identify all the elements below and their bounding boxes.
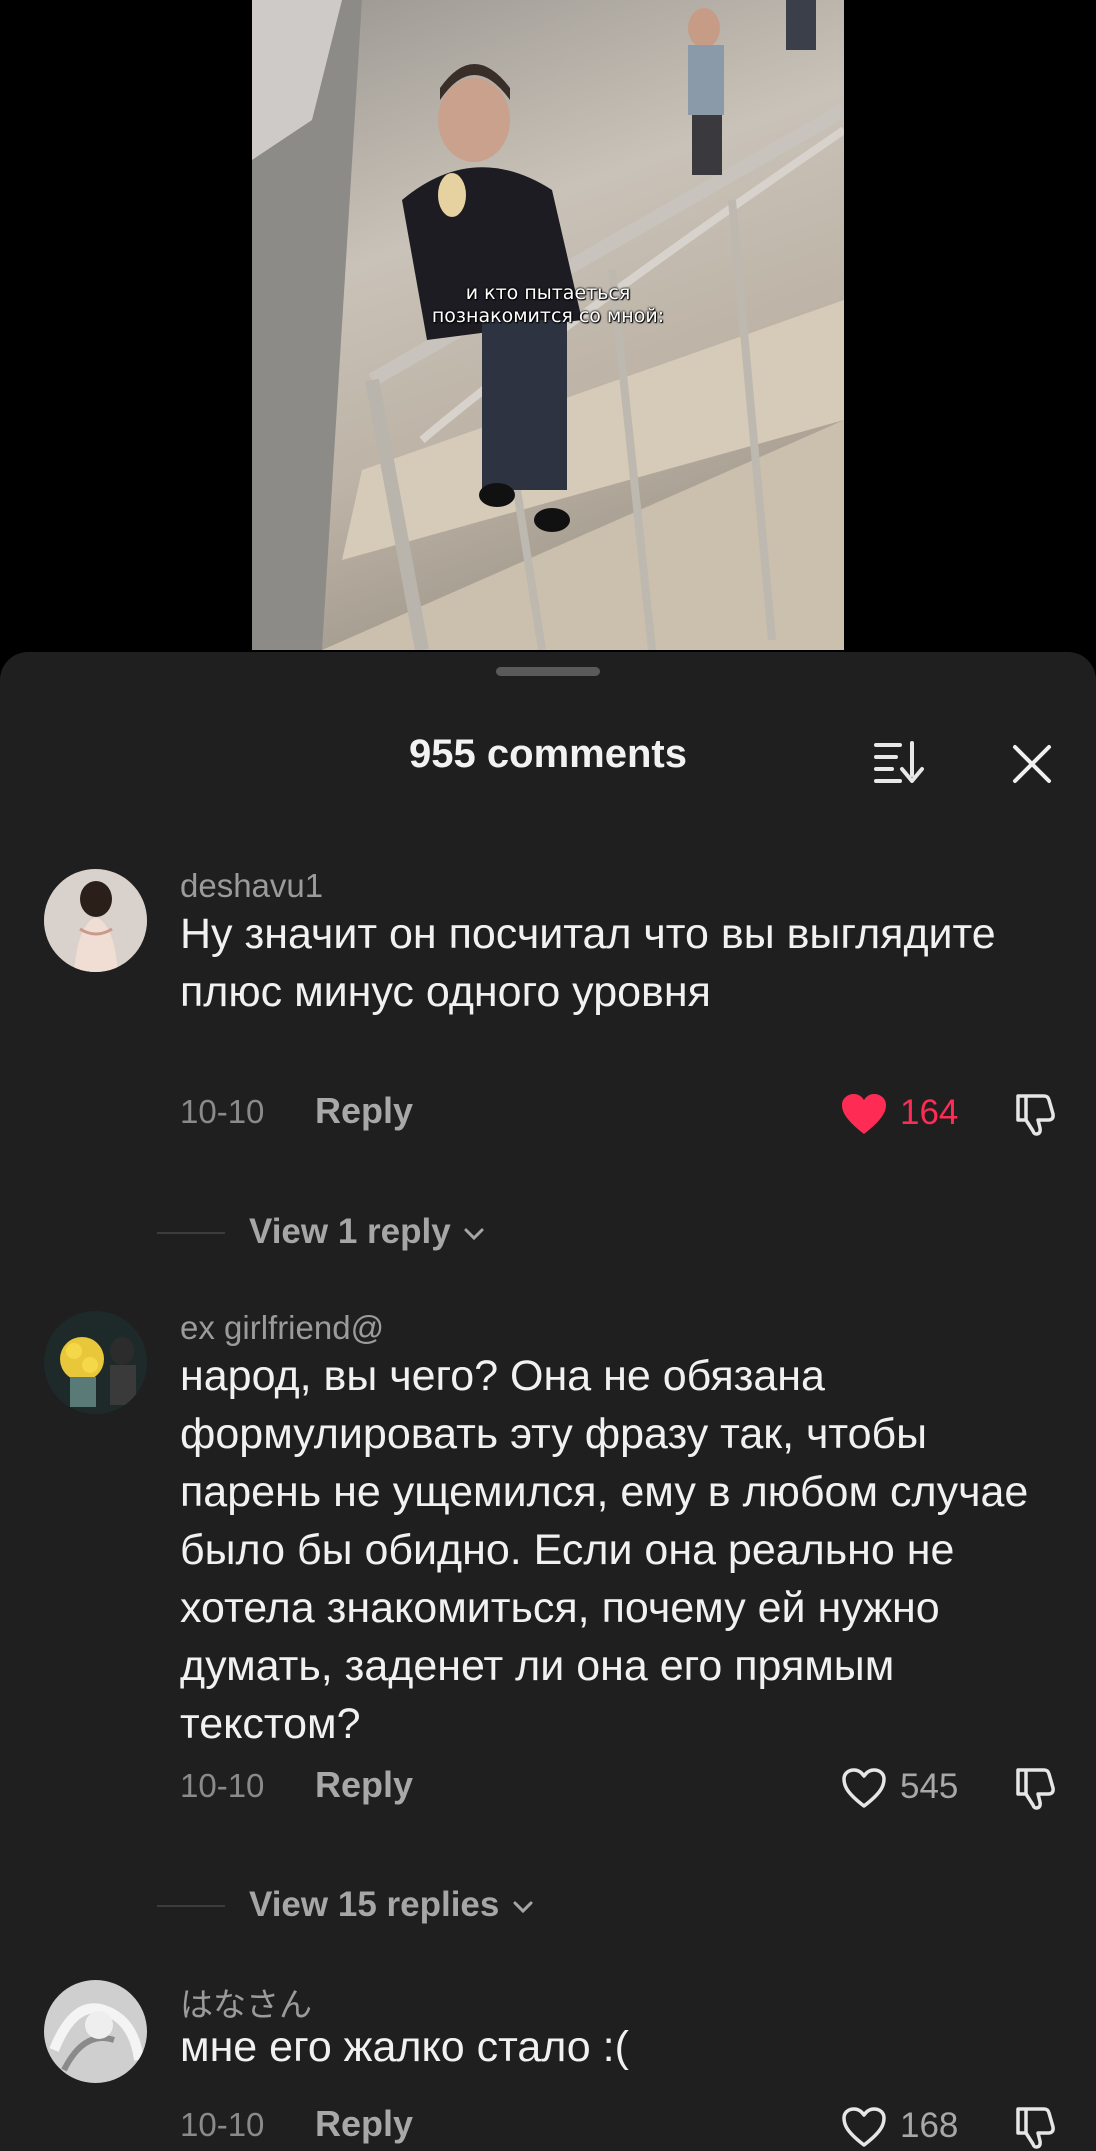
like-count: 168 bbox=[900, 2106, 959, 2145]
view-replies-label: View 15 replies bbox=[249, 1885, 537, 1925]
avatar-image bbox=[44, 869, 147, 972]
avatar[interactable] bbox=[44, 869, 147, 972]
caption-line: познакомится со мной: bbox=[431, 305, 665, 327]
reply-thread-line bbox=[157, 1232, 225, 1234]
comment-text: народ, вы чего? Она не обязана формулиро… bbox=[180, 1352, 1029, 1748]
caption-line: и кто пытаеться bbox=[465, 282, 631, 304]
sheet-drag-handle[interactable] bbox=[496, 667, 600, 676]
heart-outline-icon[interactable] bbox=[840, 2105, 888, 2149]
comment-username[interactable]: ex girlfriend@ bbox=[180, 1309, 384, 1347]
dislike-icon[interactable] bbox=[1010, 2103, 1058, 2151]
comment-username[interactable]: deshavu1 bbox=[180, 867, 323, 905]
avatar-image bbox=[44, 1980, 147, 2083]
like-count: 545 bbox=[900, 1767, 959, 1806]
comment-item: ex girlfriend@ народ, вы чего? Она не об… bbox=[0, 1299, 1096, 1810]
video-frame[interactable]: и кто пытаеться познакомится со мной: bbox=[252, 0, 844, 650]
like-count: 164 bbox=[900, 1093, 959, 1132]
video-caption: и кто пытаеться познакомится со мной: bbox=[252, 282, 844, 328]
comment-item: deshavu1 Ну значит он посчитал что вы вы… bbox=[0, 857, 1096, 1147]
heart-outline-icon[interactable] bbox=[840, 1766, 888, 1810]
avatar-image bbox=[44, 1311, 147, 1414]
reply-button[interactable]: Reply bbox=[315, 2103, 413, 2145]
comment-date: 10-10 bbox=[180, 2106, 265, 2143]
reply-thread-line bbox=[157, 1905, 225, 1907]
comment-date: 10-10 bbox=[180, 1767, 265, 1804]
avatar[interactable] bbox=[44, 1980, 147, 2083]
sort-icon[interactable] bbox=[872, 739, 924, 783]
comments-count-title: 955 comments bbox=[409, 732, 687, 776]
reply-button[interactable]: Reply bbox=[315, 1764, 413, 1806]
heart-filled-icon[interactable] bbox=[840, 1092, 888, 1136]
chevron-down-icon bbox=[513, 1901, 533, 1913]
close-icon[interactable] bbox=[1010, 742, 1054, 786]
reply-button[interactable]: Reply bbox=[315, 1090, 413, 1132]
dislike-icon[interactable] bbox=[1010, 1090, 1058, 1138]
dislike-icon[interactable] bbox=[1010, 1764, 1058, 1812]
comment-text: мне его жалко стало :( bbox=[180, 2023, 629, 2071]
comment-item: はなさん мне его жалко стало :( 10-10 Reply … bbox=[0, 1970, 1096, 2150]
avatar[interactable] bbox=[44, 1311, 147, 1414]
view-replies-label: View 1 reply bbox=[249, 1212, 488, 1252]
chevron-down-icon bbox=[464, 1228, 484, 1240]
comments-sheet: 955 comments deshavu1 Ну значит он посчи… bbox=[0, 652, 1096, 2151]
video-player[interactable]: и кто пытаеться познакомится со мной: bbox=[0, 0, 1096, 660]
comment-date: 10-10 bbox=[180, 1093, 265, 1130]
comment-text: Ну значит он посчитал что вы выглядите п… bbox=[180, 910, 996, 1016]
